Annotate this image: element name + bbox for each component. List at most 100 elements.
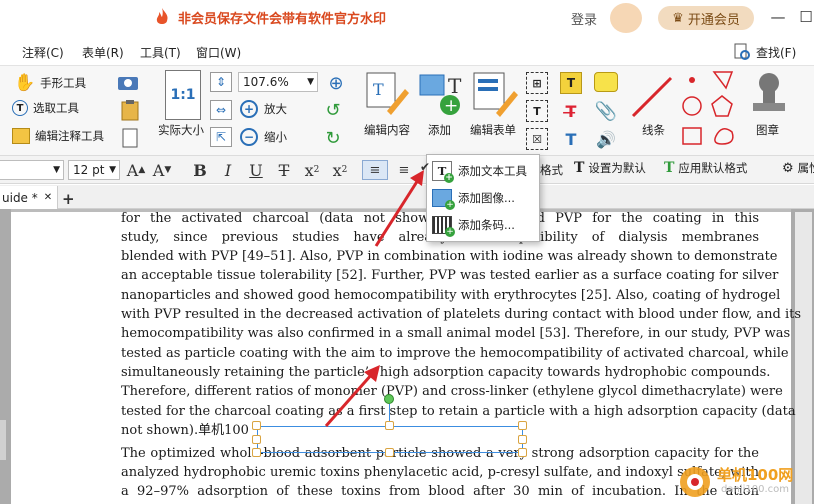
clipboard-icon[interactable]: [116, 98, 144, 122]
set-default-button[interactable]: T 设置为默认: [574, 160, 646, 176]
add-button[interactable]: 添加: [428, 122, 451, 138]
resize-handle[interactable]: [385, 448, 394, 457]
resize-handle[interactable]: [252, 448, 261, 457]
menu-annotate[interactable]: 注释(C): [22, 44, 64, 61]
vip-button[interactable]: ♛ 开通会员: [658, 6, 754, 30]
zoom-tool-icon[interactable]: ⊕: [324, 72, 348, 94]
strikethrough-icon[interactable]: T: [274, 160, 294, 180]
resize-handle[interactable]: [252, 435, 261, 444]
strikeout-icon[interactable]: T̶: [560, 100, 582, 122]
resize-handle[interactable]: [518, 448, 527, 457]
subscript-icon[interactable]: x2: [302, 160, 322, 180]
annotate-tool-button[interactable]: 编辑注释工具: [12, 128, 104, 144]
edit-form-icon: [472, 70, 518, 118]
format-partial-label: 格式: [540, 163, 563, 177]
select-tool-button[interactable]: T 选取工具: [12, 100, 79, 116]
search-button[interactable]: 查找(F): [732, 42, 796, 62]
menu-window[interactable]: 窗口(W): [196, 44, 241, 61]
resize-handle[interactable]: [252, 421, 261, 430]
font-grow-icon[interactable]: A ▲: [126, 160, 146, 180]
add-text-icon: T +: [432, 161, 454, 183]
select-tool-label: 选取工具: [33, 101, 79, 115]
chevron-down-icon: ▼: [53, 165, 60, 175]
rotate-right-icon[interactable]: ↻: [322, 128, 344, 149]
zoom-in-icon: +: [240, 100, 258, 118]
font-shrink-icon[interactable]: A ▼: [152, 160, 172, 180]
underline-format-icon[interactable]: U: [246, 160, 266, 180]
stamp-icon: [748, 70, 790, 120]
search-doc-icon: [734, 43, 750, 60]
audio-icon[interactable]: 🔊: [594, 128, 618, 150]
document-tab[interactable]: uide * ✕: [0, 186, 58, 209]
doc-line: hemocompatibility was also confirmed in …: [121, 326, 791, 341]
close-icon[interactable]: ✕: [44, 192, 52, 203]
lines-button[interactable]: 线条: [642, 122, 665, 138]
camera-icon[interactable]: [116, 72, 140, 92]
vertical-scrollbar[interactable]: [795, 212, 812, 504]
form-text-icon[interactable]: T: [526, 100, 548, 122]
align-center-icon[interactable]: ≡: [394, 160, 414, 180]
underline-icon[interactable]: T: [560, 128, 582, 150]
side-panel-handle[interactable]: [0, 420, 6, 460]
watermark-notice[interactable]: 非会员保存文件会带有软件官方水印: [152, 6, 386, 28]
properties-button[interactable]: ⚙ 属性: [782, 160, 814, 176]
resize-handle[interactable]: [518, 435, 527, 444]
zoom-in-button[interactable]: + 放大: [240, 100, 287, 118]
apply-default-button[interactable]: T 应用默认格式: [664, 160, 747, 176]
doc-line: analyzed hydrophobic uremic toxins pheny…: [121, 465, 759, 480]
crown-icon: ♛: [672, 10, 684, 26]
pentagon-shape-icon: [711, 95, 733, 117]
menu-item-add-barcode[interactable]: + 添加条码...: [432, 214, 515, 237]
edit-content-button[interactable]: 编辑内容: [364, 122, 410, 138]
italic-icon[interactable]: I: [218, 160, 238, 180]
rotate-handle[interactable]: [384, 394, 394, 404]
hand-tool-button[interactable]: ✋ 手形工具: [14, 73, 86, 93]
menu-tools[interactable]: 工具(T): [140, 44, 181, 61]
login-link[interactable]: 登录: [571, 9, 597, 28]
actual-size-button[interactable]: 实际大小: [158, 122, 204, 138]
avatar[interactable]: [610, 3, 642, 33]
minimize-button[interactable]: —: [764, 4, 792, 30]
doc-line: simultaneously retaining the particle’s …: [121, 365, 771, 380]
menu-form[interactable]: 表单(R): [82, 44, 124, 61]
annotate-tool-icon: [12, 128, 30, 144]
add-tab-icon[interactable]: +: [62, 190, 75, 208]
font-size-select[interactable]: 12 pt ▼: [68, 160, 120, 180]
maximize-button[interactable]: ☐: [792, 4, 814, 30]
note-icon[interactable]: [594, 72, 618, 92]
rotate-left-icon[interactable]: ↺: [322, 100, 344, 121]
text-select-icon: T: [12, 100, 28, 116]
cloud-shape-icon: [714, 128, 734, 145]
fire-logo-icon: [156, 8, 168, 24]
align-left-icon[interactable]: ≡: [362, 160, 388, 180]
text-box-icon[interactable]: T: [560, 72, 582, 94]
annotate-tool-label: 编辑注释工具: [35, 129, 104, 143]
form-field-icon[interactable]: ⊞: [526, 72, 548, 94]
resize-handle[interactable]: [518, 421, 527, 430]
font-family-select[interactable]: ▼: [0, 160, 64, 180]
zoom-out-label: 缩小: [264, 130, 287, 144]
add-image-icon: T +: [418, 70, 464, 118]
bold-icon[interactable]: B: [190, 160, 210, 180]
menu-item-add-image[interactable]: + 添加图像...: [432, 187, 515, 210]
document-tool-icon[interactable]: [116, 126, 144, 150]
attach-icon[interactable]: 📎: [594, 100, 618, 122]
zoom-value: 107.6%: [243, 75, 289, 89]
edit-form-button[interactable]: 编辑表单: [470, 122, 516, 138]
zoom-out-button[interactable]: − 缩小: [240, 128, 287, 146]
polyline-shape-icon: [712, 71, 734, 90]
tab-bar: [0, 185, 814, 209]
fit-page-icon[interactable]: ⇕: [210, 72, 232, 92]
menu-item-add-text[interactable]: T + 添加文本工具: [432, 160, 527, 183]
fit-visible-icon[interactable]: ⇱: [210, 127, 232, 147]
superscript-icon[interactable]: x2: [330, 160, 350, 180]
form-check-icon[interactable]: ☒: [526, 128, 548, 150]
zoom-select[interactable]: 107.6% ▼: [238, 72, 318, 92]
doc-line: tested as particle coating with the aim …: [121, 346, 789, 361]
logo-url: danji100.com: [721, 484, 789, 495]
stamp-button[interactable]: 图章: [756, 122, 779, 138]
menu-item-label: 添加条码...: [458, 218, 515, 232]
resize-handle[interactable]: [385, 421, 394, 430]
fit-width-icon[interactable]: ⇔: [210, 100, 232, 120]
edit-content-icon: T: [364, 70, 410, 118]
